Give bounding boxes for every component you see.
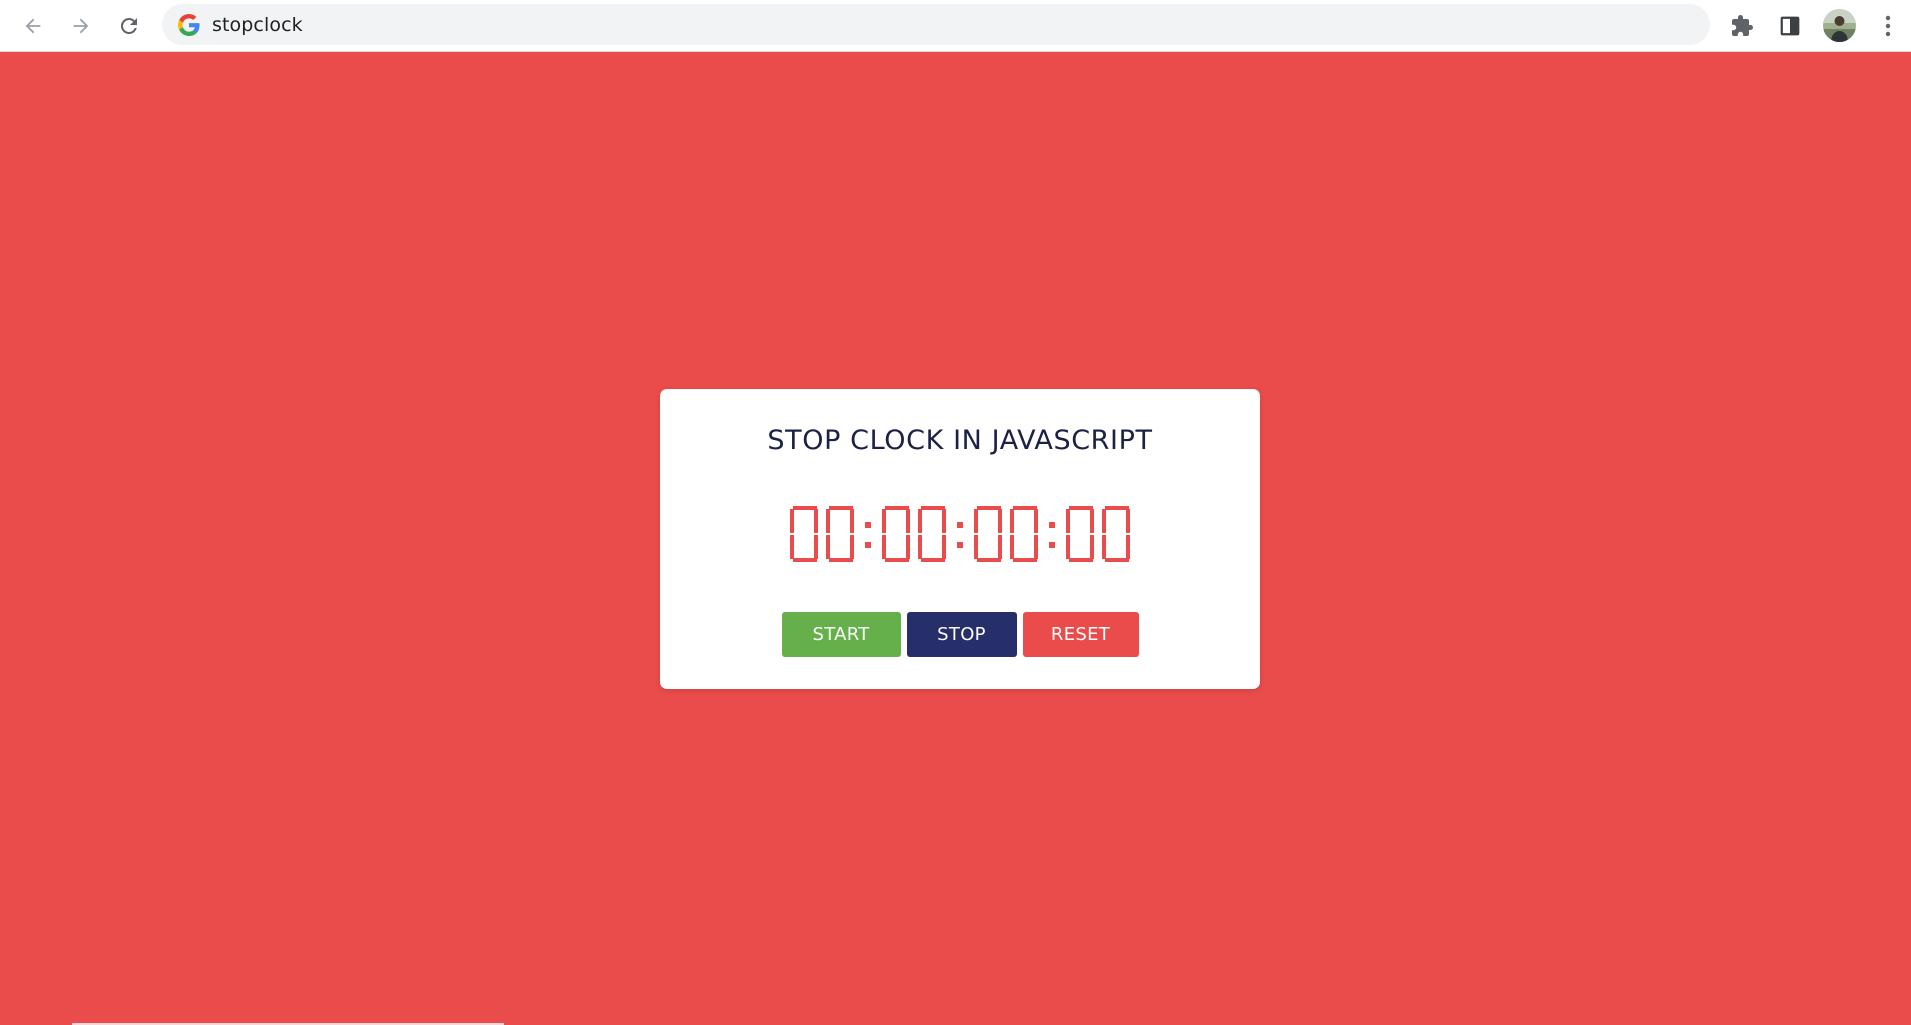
segment-a	[977, 506, 1001, 510]
seven-segment-digit	[974, 506, 1002, 562]
profile-photo-icon	[1823, 9, 1856, 42]
segment-b	[1126, 509, 1130, 533]
address-bar[interactable]: stopclock	[162, 4, 1710, 45]
segment-f	[826, 509, 830, 533]
google-g-icon	[178, 13, 200, 36]
colon-separator	[854, 506, 882, 562]
segment-f	[1010, 509, 1014, 533]
start-button[interactable]: START	[781, 612, 901, 657]
segment-a	[1013, 506, 1037, 510]
colon-separator	[1038, 506, 1066, 562]
segment-a	[1069, 506, 1093, 510]
forward-button[interactable]	[63, 8, 99, 44]
segment-e	[826, 535, 830, 559]
segment-f	[1066, 509, 1070, 533]
seven-segment-digit	[1010, 506, 1038, 562]
browser-toolbar: stopclock	[0, 0, 1911, 52]
minutes-display	[882, 506, 946, 562]
seven-segment-digit	[1102, 506, 1130, 562]
controls: START STOP RESET	[660, 612, 1260, 657]
segment-d	[1013, 558, 1037, 562]
segment-c	[998, 535, 1002, 559]
time-display	[660, 504, 1260, 564]
segment-e	[1010, 535, 1014, 559]
segment-f	[882, 509, 886, 533]
segment-c	[906, 535, 910, 559]
seven-segment-digit	[882, 506, 910, 562]
side-panel-icon	[1780, 16, 1800, 36]
segment-a	[921, 506, 945, 510]
hours-display	[790, 506, 854, 562]
url-text: stopclock	[212, 13, 303, 36]
segment-e	[882, 535, 886, 559]
segment-c	[1090, 535, 1094, 559]
page-title: STOP CLOCK IN JAVASCRIPT	[767, 425, 1153, 456]
browser-menu-button[interactable]	[1870, 8, 1906, 44]
side-panel-button[interactable]	[1772, 8, 1808, 44]
segment-f	[974, 509, 978, 533]
segment-a	[885, 506, 909, 510]
segment-e	[790, 535, 794, 559]
puzzle-piece-icon	[1732, 15, 1753, 36]
segment-d	[1069, 558, 1093, 562]
seven-segment-digit	[1066, 506, 1094, 562]
seven-segment-digit	[790, 506, 818, 562]
centiseconds-display	[1066, 506, 1130, 562]
segment-d	[829, 558, 853, 562]
segment-a	[1105, 506, 1129, 510]
reload-button[interactable]	[111, 8, 147, 44]
reset-button[interactable]: RESET	[1022, 612, 1139, 657]
segment-c	[814, 535, 818, 559]
segment-b	[906, 509, 910, 533]
segment-b	[998, 509, 1002, 533]
segment-a	[829, 506, 853, 510]
segment-e	[1102, 535, 1106, 559]
segment-f	[918, 509, 922, 533]
arrow-left-icon	[25, 18, 41, 34]
segment-b	[814, 509, 818, 533]
segment-a	[793, 506, 817, 510]
seconds-display	[974, 506, 1038, 562]
back-button[interactable]	[15, 8, 51, 44]
kebab-menu-icon	[1885, 15, 1891, 37]
segment-d	[977, 558, 1001, 562]
segment-d	[1105, 558, 1129, 562]
arrow-right-icon	[73, 18, 89, 34]
seven-segment-digit	[826, 506, 854, 562]
segment-c	[1126, 535, 1130, 559]
segment-b	[1090, 509, 1094, 533]
segment-d	[793, 558, 817, 562]
segment-d	[885, 558, 909, 562]
segment-d	[921, 558, 945, 562]
segment-f	[1102, 509, 1106, 533]
seven-segment-digit	[918, 506, 946, 562]
segment-e	[1066, 535, 1070, 559]
reload-icon	[120, 17, 137, 34]
avatar[interactable]	[1823, 9, 1856, 42]
stopclock-card: STOP CLOCK IN JAVASCRIPT START STOP RESE…	[660, 389, 1260, 689]
colon-separator	[946, 506, 974, 562]
extensions-button[interactable]	[1724, 8, 1760, 44]
segment-f	[790, 509, 794, 533]
stop-button[interactable]: STOP	[906, 612, 1017, 657]
segment-e	[918, 535, 922, 559]
segment-e	[974, 535, 978, 559]
